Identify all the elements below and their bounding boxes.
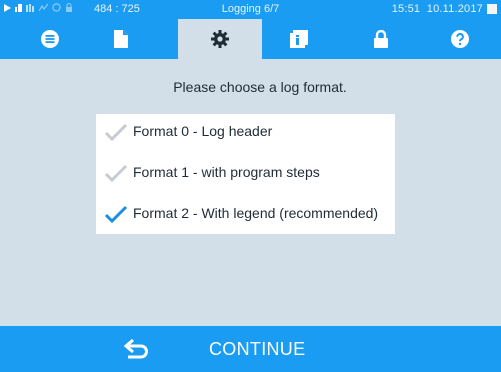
option-format-1[interactable]: Format 1 - with program steps — [96, 155, 395, 191]
status-square-icon — [487, 4, 497, 14]
time: 15:51 — [391, 3, 421, 15]
help-icon — [451, 30, 469, 48]
tab-document[interactable] — [85, 19, 157, 59]
back-arrow-icon — [124, 338, 148, 359]
lock-icon — [374, 30, 388, 48]
option-label: Format 2 - With legend (recommended) — [133, 205, 379, 221]
tab-help[interactable] — [424, 19, 496, 59]
check-icon — [104, 123, 128, 142]
tab-settings[interactable] — [178, 19, 262, 59]
continue-button[interactable]: CONTINUE — [0, 326, 501, 372]
tab-menu[interactable] — [14, 19, 86, 59]
check-icon-selected — [104, 205, 128, 224]
tab-bar — [0, 19, 501, 59]
date: 10.11.2017 — [426, 3, 483, 15]
tab-lock[interactable] — [345, 19, 417, 59]
status-bar: 484 : 725 Logging 6/7 15:51 10.11.2017 — [0, 0, 501, 19]
prompt-text: Please choose a log format. — [173, 79, 347, 95]
tab-info[interactable] — [263, 19, 335, 59]
info-book-icon — [290, 30, 308, 48]
gear-icon — [211, 30, 229, 48]
check-icon — [104, 164, 128, 183]
option-format-0[interactable]: Format 0 - Log header — [96, 114, 395, 150]
option-label: Format 1 - with program steps — [133, 164, 320, 180]
log-format-list: Format 0 - Log header Format 1 - with pr… — [96, 114, 395, 234]
datetime: 15:51 10.11.2017 — [392, 3, 483, 15]
option-label: Format 0 - Log header — [133, 123, 273, 139]
document-icon — [114, 30, 128, 48]
option-format-2[interactable]: Format 2 - With legend (recommended) — [96, 196, 395, 232]
continue-label: CONTINUE — [209, 339, 306, 359]
list-icon — [41, 30, 59, 48]
